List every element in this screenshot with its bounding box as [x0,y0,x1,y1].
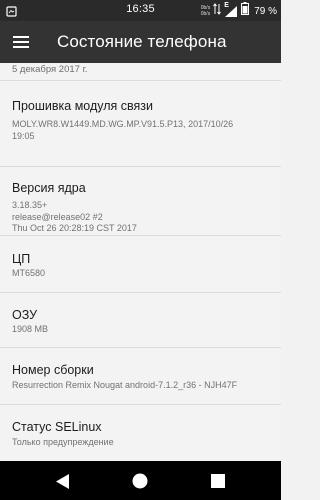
net-rate-down: 0b/s [200,11,211,17]
network-speed-indicator: 0b/s 0b/s [201,5,210,17]
data-arrows-icon [213,2,222,20]
pref-title: ЦП [12,252,31,266]
battery-percent: 79 % [254,5,277,17]
pref-summary: Только предупреждение [12,437,114,447]
app-bar: Состояние телефона [0,21,281,63]
pref-selinux-status[interactable]: Статус SELinux Только предупреждение [0,405,281,461]
page-title: Состояние телефона [57,32,227,51]
signal-icon: E [224,1,238,18]
pref-summary: 1908 MB [12,324,49,334]
status-icons: 0b/s 0b/s E 79 % [201,2,277,20]
pref-title: Номер сборки [12,363,94,377]
pref-cpu[interactable]: ЦП MT6580 [0,236,281,296]
preference-list[interactable]: 5 декабря 2017 г. Прошивка модуля связи … [0,63,281,461]
status-bar: 16:35 0b/s 0b/s E 79 % [0,0,281,21]
pref-summary: 3.18.35+ release@release02 #2 Thu Oct 26… [12,200,137,233]
pref-title: Версия ядра [12,181,86,195]
pref-title: ОЗУ [12,308,38,322]
home-icon[interactable] [129,470,151,492]
pref-title: Прошивка модуля связи [12,99,154,113]
pref-ram[interactable]: ОЗУ 1908 MB [0,293,281,348]
pref-title: Статус SELinux [12,420,102,434]
hamburger-menu-icon[interactable] [9,30,33,54]
pref-baseband-version[interactable]: Прошивка модуля связи MOLY.WR8.W1449.MD.… [0,81,281,166]
android-security-patch-summary: 5 декабря 2017 г. [12,64,88,75]
recents-icon[interactable] [207,470,229,492]
back-icon[interactable] [52,470,74,492]
pref-summary: MT6580 [12,268,46,278]
battery-icon [241,2,250,20]
pref-build-number[interactable]: Номер сборки Resurrection Remix Nougat a… [0,348,281,404]
pref-summary: MOLY.WR8.W1449.MD.WG.MP.V91.5.P13, 2017/… [12,119,234,141]
network-type: E [224,1,229,9]
pref-summary: Resurrection Remix Nougat android-7.1.2_… [12,380,238,390]
navigation-bar [0,461,281,500]
